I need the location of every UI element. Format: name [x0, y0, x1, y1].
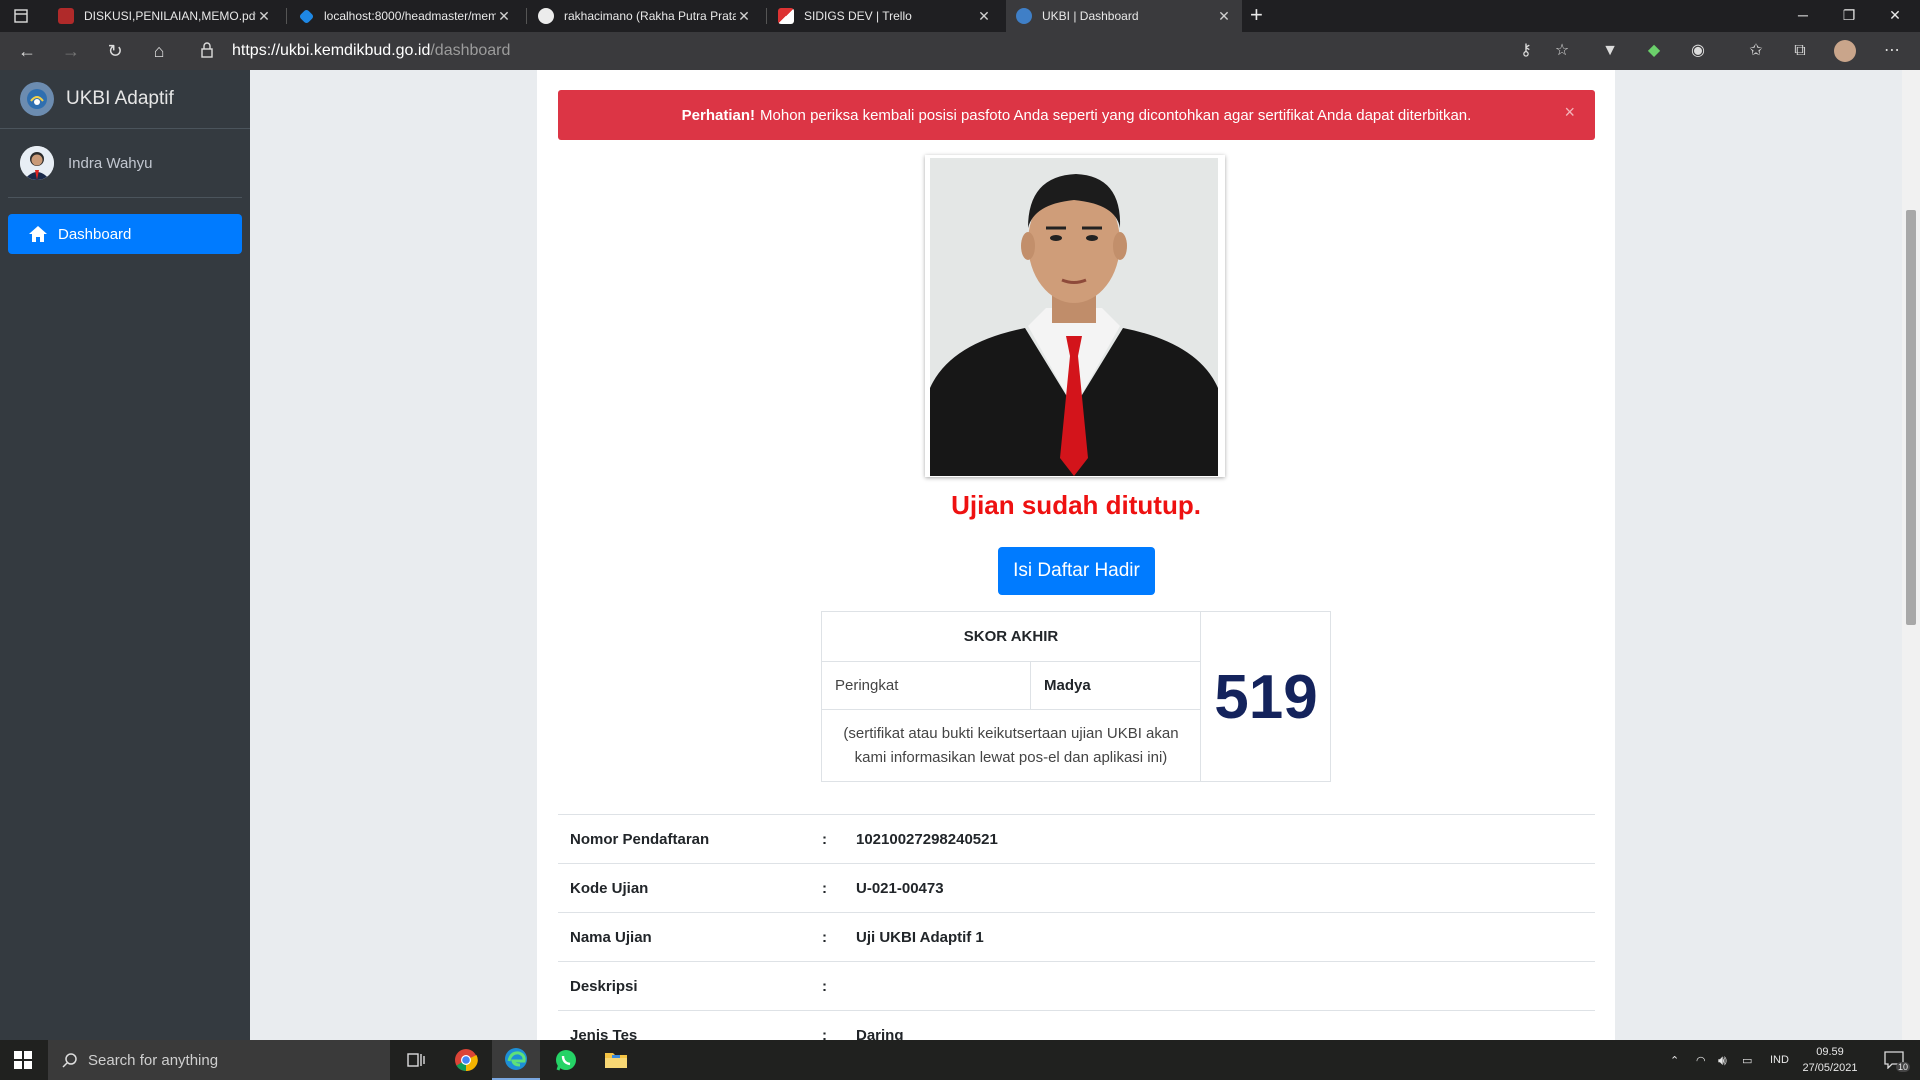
brand-link[interactable]: UKBI Adaptif: [0, 70, 250, 129]
photo-warning-alert: Perhatian! Mohon periksa kembali posisi …: [558, 90, 1595, 140]
taskbar: Search for anything ⌃ ◠ 🔊︎ ▭ IND 09.59 2…: [0, 1040, 1920, 1080]
extension-circle-icon[interactable]: ◉: [1688, 41, 1708, 61]
table-row: Kode Ujian : U-021-00473: [558, 863, 1595, 912]
network-icon[interactable]: ◠: [1696, 1040, 1706, 1080]
close-window-button[interactable]: ✕: [1872, 0, 1918, 32]
add-favorite-icon[interactable]: ☆: [1552, 41, 1572, 61]
refresh-icon[interactable]: ↻: [100, 36, 130, 66]
rank-value: Madya: [1031, 661, 1200, 710]
battery-icon[interactable]: ▭: [1742, 1040, 1752, 1080]
trello-icon: [778, 8, 794, 24]
edge-icon[interactable]: [492, 1040, 540, 1080]
detail-value: U-021-00473: [856, 879, 944, 897]
search-icon: [62, 1053, 77, 1068]
windows-start-icon[interactable]: [14, 1051, 32, 1069]
ukbi-logo: [20, 82, 54, 116]
scrollbar-thumb[interactable]: [1906, 210, 1916, 625]
home-icon: [29, 226, 47, 242]
browser-toolbar: ← → ↻ ⌂ https://ukbi.kemdikbud.go.id/das…: [0, 32, 1920, 70]
detail-key: Nama Ujian: [570, 928, 652, 946]
new-tab-button[interactable]: +: [1250, 4, 1263, 26]
chrome-icon[interactable]: [442, 1040, 490, 1080]
input-language[interactable]: IND: [1770, 1040, 1789, 1080]
detail-key: Kode Ujian: [570, 879, 649, 897]
clock[interactable]: 09.59 27/05/2021: [1800, 1040, 1860, 1080]
notification-count: 10: [1896, 1062, 1911, 1072]
task-view-icon[interactable]: [392, 1040, 440, 1080]
back-icon[interactable]: ←: [12, 36, 42, 66]
close-tab-icon[interactable]: ✕: [736, 8, 752, 25]
address-bar[interactable]: https://ukbi.kemdikbud.go.id/dashboard: [190, 37, 1590, 65]
close-icon[interactable]: ×: [1564, 102, 1575, 123]
minimize-button[interactable]: ─: [1780, 0, 1826, 32]
table-row: Deskripsi :: [558, 961, 1595, 1010]
notification-center-icon[interactable]: 10: [1876, 1040, 1912, 1080]
passport-photo-image: [930, 158, 1218, 476]
profile-avatar[interactable]: [1834, 40, 1856, 62]
sidebar: UKBI Adaptif Indra Wahyu Dashboard: [0, 70, 250, 1040]
restore-button[interactable]: ❐: [1826, 0, 1872, 32]
alert-title: Perhatian!: [681, 106, 756, 124]
site-icon: [298, 8, 315, 24]
passport-photo: [925, 155, 1225, 477]
browser-tab-ukbi[interactable]: UKBI | Dashboard ✕: [1006, 0, 1242, 32]
final-score-table: SKOR AKHIR Peringkat Madya (sertifikat a…: [821, 611, 1331, 782]
detail-key: Nomor Pendaftaran: [570, 830, 710, 848]
whatsapp-icon[interactable]: [542, 1040, 590, 1080]
browser-tab-trello[interactable]: SIDIGS DEV | Trello ✕: [768, 0, 1002, 32]
forward-icon[interactable]: →: [56, 36, 86, 66]
detail-key: Deskripsi: [570, 977, 638, 995]
taskbar-search-box[interactable]: Search for anything: [48, 1040, 390, 1080]
sidebar-item-dashboard[interactable]: Dashboard: [8, 214, 242, 254]
clock-time: 09.59: [1816, 1046, 1844, 1058]
attendance-button[interactable]: Isi Daftar Hadir: [998, 547, 1155, 595]
browser-tab-bar: DISKUSI,PENILAIAN,MEMO.pdf ✕ localhost:8…: [0, 0, 1920, 32]
collections-icon[interactable]: ⧉: [1790, 41, 1810, 61]
user-name: Indra Wahyu: [68, 154, 153, 172]
close-tab-icon[interactable]: ✕: [976, 8, 992, 25]
ukbi-icon: [1016, 8, 1032, 24]
file-explorer-icon[interactable]: [592, 1040, 640, 1080]
rank-label: Peringkat: [822, 661, 1031, 710]
extension-leaf-icon[interactable]: ◆: [1644, 41, 1664, 61]
home-icon[interactable]: ⌂: [144, 36, 174, 66]
sidebar-item-label: Dashboard: [58, 225, 132, 243]
extension-v-icon[interactable]: ▼: [1600, 41, 1620, 61]
table-row: Nama Ujian : Uji UKBI Adaptif 1: [558, 912, 1595, 961]
browser-tab-pdf[interactable]: DISKUSI,PENILAIAN,MEMO.pdf ✕: [48, 0, 282, 32]
close-tab-icon[interactable]: ✕: [1216, 8, 1232, 25]
clock-date: 27/05/2021: [1802, 1062, 1858, 1074]
github-icon: [538, 8, 554, 24]
close-tab-icon[interactable]: ✕: [256, 8, 272, 25]
exam-details-table: Nomor Pendaftaran : 10210027298240521 Ko…: [558, 814, 1595, 1059]
pdf-icon: [58, 8, 74, 24]
detail-value: 10210027298240521: [856, 830, 998, 848]
certificate-note: (sertifikat atau bukti keikutsertaan uji…: [843, 725, 1179, 766]
tab-actions-icon[interactable]: [13, 8, 29, 24]
show-hidden-icons[interactable]: ⌃: [1670, 1040, 1679, 1080]
volume-icon[interactable]: 🔊︎: [1718, 1040, 1727, 1080]
brand-name: UKBI Adaptif: [66, 88, 174, 109]
table-row: Nomor Pendaftaran : 10210027298240521: [558, 814, 1595, 863]
search-placeholder: Search for anything: [88, 1051, 219, 1069]
avatar: [20, 146, 54, 180]
close-tab-icon[interactable]: ✕: [496, 8, 512, 25]
more-menu-icon[interactable]: ⋯: [1882, 41, 1902, 61]
detail-value: Uji UKBI Adaptif 1: [856, 928, 984, 946]
key-icon[interactable]: ⚷: [1516, 41, 1536, 61]
final-score-value: 519: [1214, 662, 1318, 732]
browser-tab-github[interactable]: rakhacimano (Rakha Putra Pratar ✕: [528, 0, 762, 32]
alert-message: Mohon periksa kembali posisi pasfoto And…: [760, 106, 1472, 124]
score-header: SKOR AKHIR: [822, 612, 1200, 662]
user-panel[interactable]: Indra Wahyu: [8, 129, 242, 198]
exam-closed-status: Ujian sudah ditutup.: [951, 490, 1201, 520]
favorites-icon[interactable]: ✩: [1746, 41, 1766, 61]
browser-tab-localhost[interactable]: localhost:8000/headmaster/mem ✕: [288, 0, 522, 32]
